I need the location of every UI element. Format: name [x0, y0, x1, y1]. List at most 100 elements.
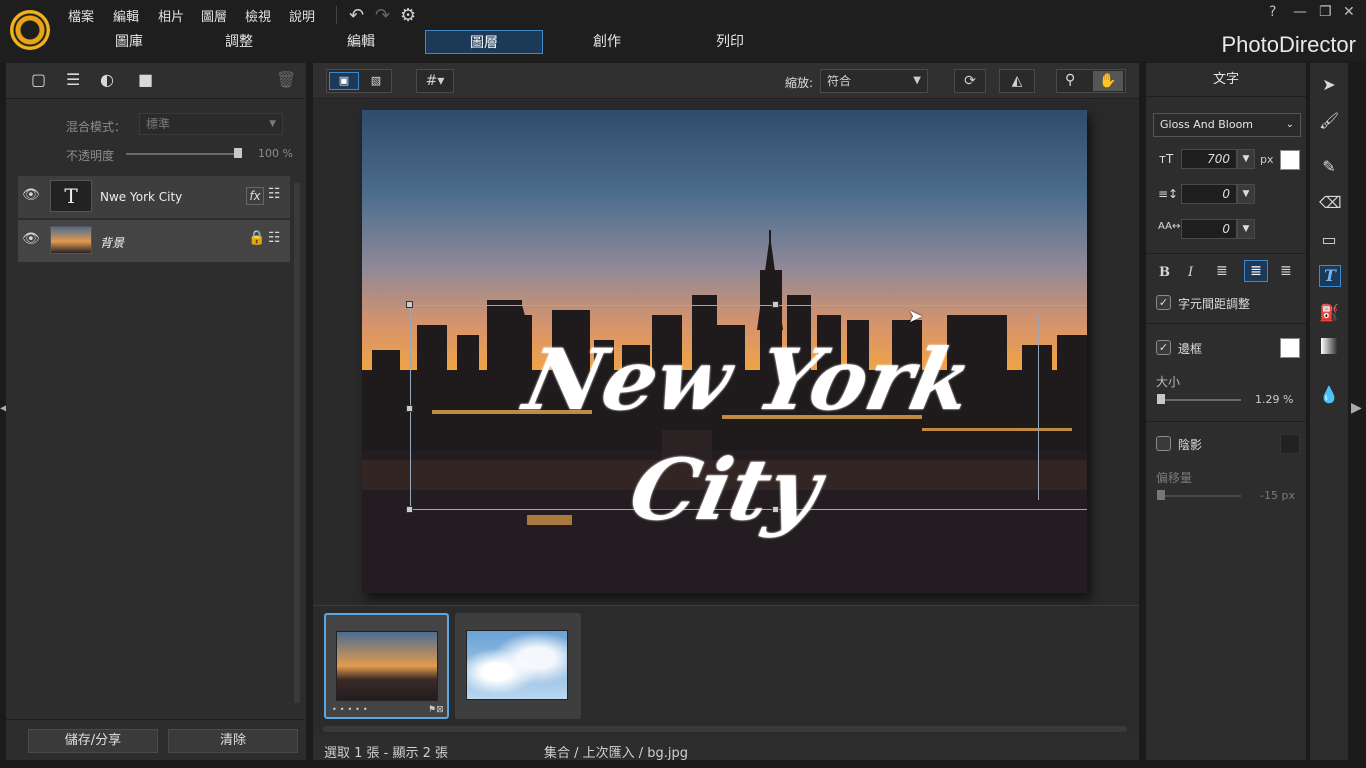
- layer-name: Nwe York City: [100, 190, 183, 204]
- offset-slider[interactable]: [1159, 495, 1241, 497]
- italic-button[interactable]: I: [1188, 265, 1193, 280]
- bold-button[interactable]: B: [1159, 265, 1170, 280]
- pencil-icon[interactable]: ✎: [1319, 157, 1339, 177]
- menu-help[interactable]: 說明: [289, 6, 315, 25]
- background-layer-thumbnail: [50, 226, 92, 254]
- align-right-icon[interactable]: ≣: [1280, 263, 1292, 279]
- font-size-input[interactable]: 700: [1181, 149, 1237, 169]
- chevron-down-icon: ▼: [269, 119, 276, 129]
- visibility-eye-icon[interactable]: 👁: [22, 187, 40, 203]
- lock-icon[interactable]: 🔒: [248, 230, 265, 246]
- divider: [1146, 421, 1306, 422]
- align-center-icon[interactable]: ≣: [1244, 260, 1268, 282]
- adjustment-icon[interactable]: ◐: [100, 70, 114, 89]
- resize-handle[interactable]: [406, 405, 413, 412]
- zoom-label: 縮放:: [785, 76, 814, 90]
- help-button[interactable]: ?: [1269, 4, 1276, 20]
- tab-create[interactable]: 創作: [548, 30, 666, 54]
- line-spacing-dropdown[interactable]: ▼: [1237, 184, 1255, 204]
- char-spacing-dropdown[interactable]: ▼: [1237, 219, 1255, 239]
- menu-photo[interactable]: 相片: [158, 6, 184, 25]
- blend-mode-select[interactable]: 標準 ▼: [139, 113, 283, 135]
- eraser-icon[interactable]: ⌫: [1319, 193, 1342, 213]
- flip-icon[interactable]: ◭: [999, 69, 1035, 93]
- undo-icon[interactable]: ↶: [349, 5, 364, 26]
- align-left-icon[interactable]: ≣: [1216, 263, 1228, 279]
- chevron-down-icon: ⌄: [1285, 119, 1294, 130]
- trash-icon[interactable]: 🗑: [276, 70, 296, 89]
- layer-row-text[interactable]: 👁 T Nwe York City fx ☷: [18, 176, 290, 218]
- select-arrow-icon[interactable]: ➤: [1319, 75, 1339, 95]
- compare-view-icon[interactable]: ▧: [363, 72, 389, 90]
- minimize-button[interactable]: —: [1293, 4, 1307, 20]
- shadow-color-swatch[interactable]: [1280, 434, 1300, 454]
- clear-button[interactable]: 清除: [168, 729, 298, 753]
- menu-file[interactable]: 檔案: [68, 6, 94, 25]
- thumbnail-image: [336, 631, 438, 701]
- tab-edit[interactable]: 編輯: [302, 30, 420, 54]
- tab-library[interactable]: 圖庫: [70, 30, 188, 54]
- layer-name: 背景: [100, 236, 125, 250]
- divider: [1146, 323, 1306, 324]
- border-size-slider[interactable]: [1159, 399, 1241, 401]
- canvas-text[interactable]: New York City: [394, 325, 1081, 545]
- tool-strip: ➤ 🖌 ✎ ⌫ ▭ T ⛽ 💧: [1310, 63, 1348, 760]
- mask-icon[interactable]: ■: [138, 70, 153, 89]
- font-size-dropdown[interactable]: ▼: [1237, 149, 1255, 169]
- filmstrip-scrollbar[interactable]: [323, 726, 1127, 732]
- menu-view[interactable]: 檢視: [245, 6, 271, 25]
- single-view-icon[interactable]: ▣: [329, 72, 359, 90]
- resize-handle[interactable]: [406, 301, 413, 308]
- menu-layer[interactable]: 圖層: [201, 6, 227, 25]
- tab-print[interactable]: 列印: [671, 30, 789, 54]
- close-button[interactable]: ✕: [1343, 4, 1355, 20]
- line-spacing-input[interactable]: 0: [1181, 184, 1237, 204]
- photo-canvas[interactable]: New York City ➤: [362, 110, 1087, 593]
- fx-icon[interactable]: fx: [246, 187, 264, 205]
- border-color-swatch[interactable]: [1280, 338, 1300, 358]
- layer-row-background[interactable]: 👁 背景 🔒 ☷: [18, 220, 290, 262]
- app-logo-icon[interactable]: [10, 10, 50, 50]
- save-share-button[interactable]: 儲存/分享: [28, 729, 158, 753]
- settings-gear-icon[interactable]: ⚙: [400, 5, 416, 26]
- magnifier-icon[interactable]: ⚲: [1065, 72, 1075, 88]
- new-layer-icon[interactable]: ▢: [31, 70, 46, 89]
- rating-dots[interactable]: •••••: [332, 705, 371, 714]
- brush-layer-icon[interactable]: 🖌: [1319, 111, 1339, 131]
- char-spacing-input[interactable]: 0: [1181, 219, 1237, 239]
- thumbnail-selected[interactable]: ••••• ⚑⊠: [324, 613, 449, 719]
- text-color-swatch[interactable]: [1280, 150, 1300, 170]
- resize-handle[interactable]: [772, 301, 779, 308]
- opacity-slider-handle[interactable]: [234, 148, 242, 158]
- border-size-slider-handle[interactable]: [1156, 394, 1165, 404]
- tab-adjust[interactable]: 調整: [180, 30, 298, 54]
- border-checkbox[interactable]: ✓: [1156, 340, 1171, 355]
- grid-icon[interactable]: #▾: [416, 69, 454, 93]
- panel-title: 文字: [1146, 63, 1306, 97]
- opacity-slider[interactable]: [126, 153, 238, 155]
- shadow-checkbox[interactable]: [1156, 436, 1171, 451]
- thumbnail[interactable]: [455, 613, 581, 719]
- text-tool-icon[interactable]: T: [1319, 265, 1341, 287]
- flag-icon[interactable]: ⚑⊠: [428, 705, 444, 715]
- rectangle-icon[interactable]: ▭: [1319, 230, 1339, 250]
- collapse-right-icon[interactable]: ▶: [1351, 400, 1362, 416]
- redo-icon[interactable]: ↷: [375, 5, 390, 26]
- offset-slider-handle[interactable]: [1157, 490, 1165, 500]
- font-select[interactable]: Gloss And Bloom ⌄: [1153, 113, 1301, 137]
- layer-settings-icon[interactable]: ☷: [268, 230, 281, 246]
- restore-button[interactable]: ❐: [1319, 4, 1332, 20]
- visibility-eye-icon[interactable]: 👁: [22, 231, 40, 247]
- blur-drop-icon[interactable]: 💧: [1319, 385, 1339, 405]
- rotate-icon[interactable]: ⟳: [954, 69, 986, 93]
- gradient-icon[interactable]: [1321, 338, 1337, 354]
- hand-pan-icon[interactable]: ✋: [1093, 71, 1123, 91]
- layer-settings-icon[interactable]: ☷: [268, 186, 281, 202]
- kerning-checkbox[interactable]: ✓: [1156, 295, 1171, 310]
- layer-menu-icon[interactable]: ☰: [66, 70, 80, 89]
- layers-scrollbar[interactable]: [294, 183, 300, 703]
- paint-bucket-icon[interactable]: ⛽: [1319, 303, 1339, 323]
- zoom-select[interactable]: 符合 ▼: [820, 69, 928, 93]
- menu-edit[interactable]: 編輯: [113, 6, 139, 25]
- tab-layers[interactable]: 圖層: [425, 30, 543, 54]
